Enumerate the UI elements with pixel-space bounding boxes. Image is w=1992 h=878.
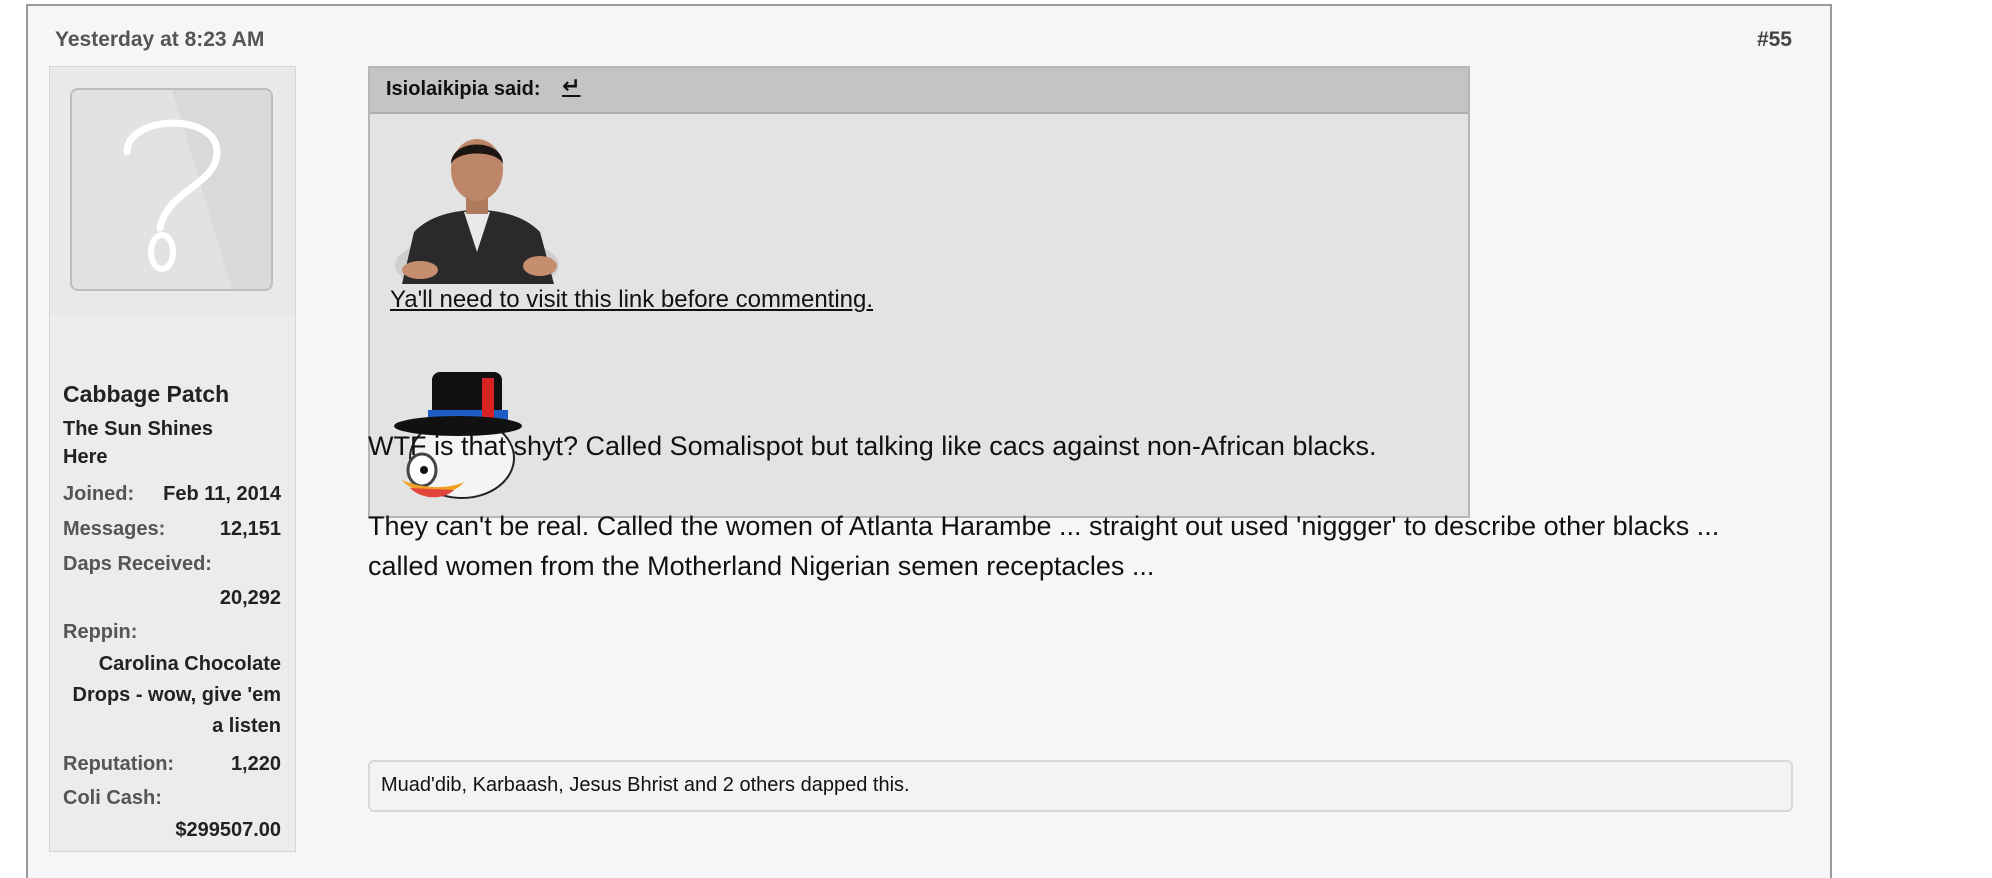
forum-post: Yesterday at 8:23 AM #55 Cabbage Patch T…: [26, 4, 1832, 878]
person-photo-image: [394, 130, 560, 295]
messages-value[interactable]: 12,151: [220, 518, 281, 541]
quote-author: Isiolaikipia said:: [386, 78, 541, 100]
coli-cash-value: $299507.00: [175, 819, 281, 841]
joined-label: Joined:: [63, 483, 135, 505]
likes-text[interactable]: Muad'dib, Karbaash, Jesus Bhrist and 2 o…: [381, 774, 910, 797]
quote-link[interactable]: Ya'll need to visit this link before com…: [390, 286, 873, 314]
reppin-label: Reppin:: [63, 621, 138, 643]
message-paragraph-2: They can't be real. Called the women of …: [368, 511, 1720, 581]
daps-received-value: 20,292: [219, 587, 281, 609]
post-date[interactable]: Yesterday at 8:23 AM: [55, 28, 264, 52]
post-permalink-number[interactable]: #55: [1757, 28, 1792, 52]
user-details: Cabbage Patch The Sun Shines Here Joined…: [50, 315, 295, 851]
question-mark-avatar-icon[interactable]: [70, 88, 273, 291]
reputation-label: Reputation:: [63, 753, 175, 775]
message-paragraph-1: WTF is that shyt? Called Somalispot but …: [368, 431, 1377, 461]
joined-value: Feb 11, 2014: [163, 483, 281, 505]
username[interactable]: Cabbage Patch: [63, 381, 229, 408]
avatar-container: [50, 67, 295, 314]
daps-received-label: Daps Received:: [63, 553, 212, 575]
quote-header: Isiolaikipia said: ↵: [370, 68, 1468, 114]
user-title: The Sun Shines Here: [63, 418, 214, 468]
reputation-value: 1,220: [230, 753, 281, 775]
likes-summary: Muad'dib, Karbaash, Jesus Bhrist and 2 o…: [368, 760, 1793, 812]
quote-jump-arrow-icon[interactable]: ↵: [562, 73, 580, 99]
reppin-value: Carolina Chocolate Drops - wow, give 'em…: [72, 653, 282, 737]
user-info-panel: Cabbage Patch The Sun Shines Here Joined…: [49, 66, 296, 852]
coli-cash-label: Coli Cash:: [63, 787, 162, 809]
messages-label: Messages:: [63, 518, 166, 540]
